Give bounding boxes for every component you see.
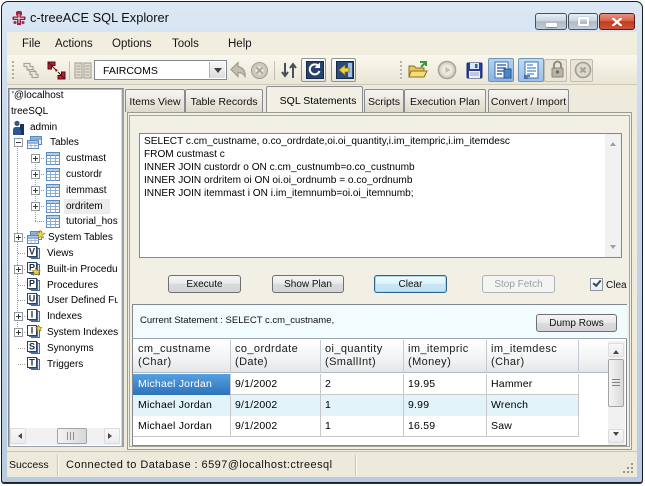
svg-text:P: P [29, 279, 35, 289]
svg-text:U: U [29, 294, 36, 304]
svg-text:I: I [31, 310, 34, 320]
svg-text:V: V [29, 247, 35, 257]
svg-text:I: I [31, 326, 34, 336]
svg-text:S: S [29, 342, 35, 352]
svg-text:T: T [29, 358, 35, 368]
